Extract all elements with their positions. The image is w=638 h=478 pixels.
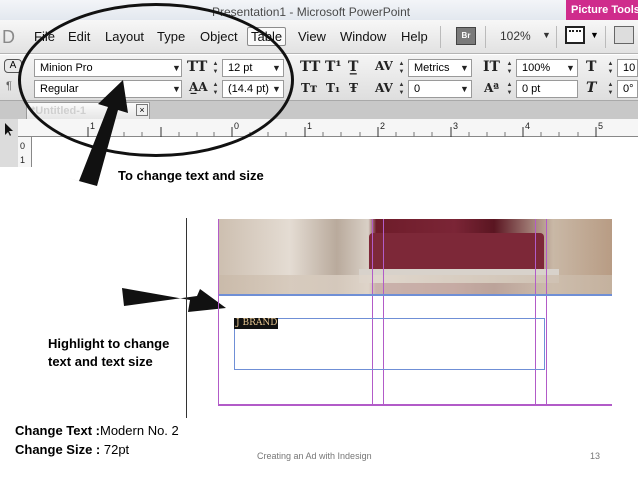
change-text-value: Modern No. 2 <box>100 423 179 438</box>
column-guide <box>546 219 547 406</box>
margin-guide <box>219 404 612 406</box>
margin-guide <box>218 219 219 406</box>
column-guide <box>372 219 373 406</box>
change-text-label: Change Text : <box>15 423 100 438</box>
column-guide <box>535 219 536 406</box>
page-edge <box>186 218 187 418</box>
change-size-value: 72pt <box>100 442 130 457</box>
ad-photo <box>219 219 612 294</box>
change-size-instruction: Change Size : 72pt <box>15 442 129 457</box>
caption-change-text-size: To change text and size <box>118 168 264 183</box>
column-guide <box>383 219 384 406</box>
frame-edge <box>219 294 612 296</box>
change-text-instruction: Change Text :Modern No. 2 <box>15 423 179 438</box>
text-frame[interactable] <box>234 318 545 370</box>
arrow-to-brand-text-icon <box>122 288 226 312</box>
slide-footer-title: Creating an Ad with Indesign <box>257 451 372 461</box>
change-size-label: Change Size : <box>15 442 101 457</box>
caption-highlight-line2: text and text size <box>48 354 153 369</box>
slide-number: 13 <box>590 451 601 461</box>
caption-highlight-line1: Highlight to change <box>48 336 170 351</box>
brand-text[interactable]: J BRAND <box>234 318 278 329</box>
